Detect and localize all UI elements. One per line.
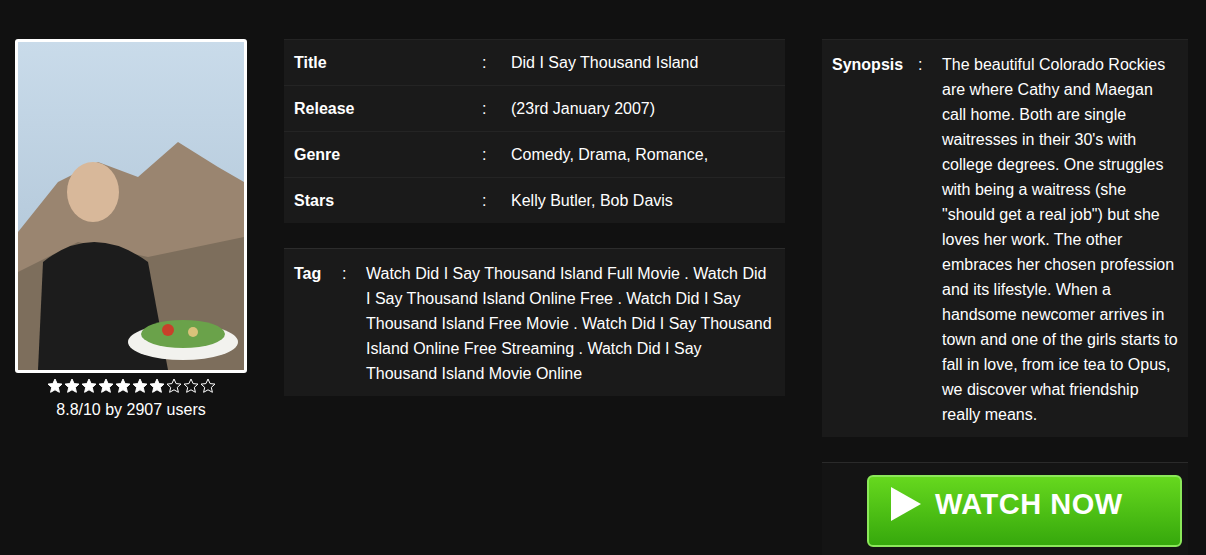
poster[interactable] <box>15 39 247 373</box>
detail-label: Stars <box>294 192 482 210</box>
detail-row: Title : Did I Say Thousand Island <box>284 39 785 85</box>
tag-text: Watch Did I Say Thousand Island Full Mov… <box>366 261 775 386</box>
detail-value: Comedy, Drama, Romance, <box>511 146 785 164</box>
details-table: Title : Did I Say Thousand IslandRelease… <box>284 39 785 223</box>
star-rating <box>46 378 216 394</box>
detail-value: Kelly Butler, Bob Davis <box>511 192 785 210</box>
tag-label: Tag <box>294 261 342 286</box>
watch-now-label: WATCH NOW <box>935 488 1123 521</box>
filled-star-icon <box>64 378 80 394</box>
detail-label: Release <box>294 100 482 118</box>
detail-separator: : <box>482 146 511 164</box>
synopsis-column: Synopsis : The beautiful Colorado Rockie… <box>822 39 1188 555</box>
detail-separator: : <box>482 100 511 118</box>
empty-star-icon <box>183 378 199 394</box>
poster-column: 8.8/10 by 2907 users <box>15 39 247 419</box>
detail-row: Stars : Kelly Butler, Bob Davis <box>284 177 785 223</box>
filled-star-icon <box>132 378 148 394</box>
filled-star-icon <box>47 378 63 394</box>
watch-now-button[interactable]: WATCH NOW <box>867 475 1182 547</box>
movie-page: 8.8/10 by 2907 users Title : Did I Say T… <box>0 0 1206 555</box>
tag-separator: : <box>342 261 366 286</box>
detail-separator: : <box>482 54 511 72</box>
play-icon <box>891 487 921 521</box>
synopsis-label: Synopsis <box>832 52 918 77</box>
filled-star-icon <box>98 378 114 394</box>
detail-row: Genre : Comedy, Drama, Romance, <box>284 131 785 177</box>
detail-value: Did I Say Thousand Island <box>511 54 785 72</box>
detail-label: Genre <box>294 146 482 164</box>
watch-area: WATCH NOW <box>822 462 1188 555</box>
rating-text: 8.8/10 by 2907 users <box>56 401 205 419</box>
empty-star-icon <box>200 378 216 394</box>
poster-image <box>18 42 244 370</box>
info-column: Title : Did I Say Thousand IslandRelease… <box>284 39 785 396</box>
synopsis-box: Synopsis : The beautiful Colorado Rockie… <box>822 39 1188 437</box>
detail-label: Title <box>294 54 482 72</box>
tag-box: Tag : Watch Did I Say Thousand Island Fu… <box>284 248 785 396</box>
detail-row: Release : (23rd January 2007) <box>284 85 785 131</box>
empty-star-icon <box>166 378 182 394</box>
filled-star-icon <box>149 378 165 394</box>
detail-value: (23rd January 2007) <box>511 100 785 118</box>
synopsis-separator: : <box>918 52 942 77</box>
synopsis-text: The beautiful Colorado Rockies are where… <box>942 52 1180 427</box>
filled-star-icon <box>115 378 131 394</box>
filled-star-icon <box>81 378 97 394</box>
detail-separator: : <box>482 192 511 210</box>
